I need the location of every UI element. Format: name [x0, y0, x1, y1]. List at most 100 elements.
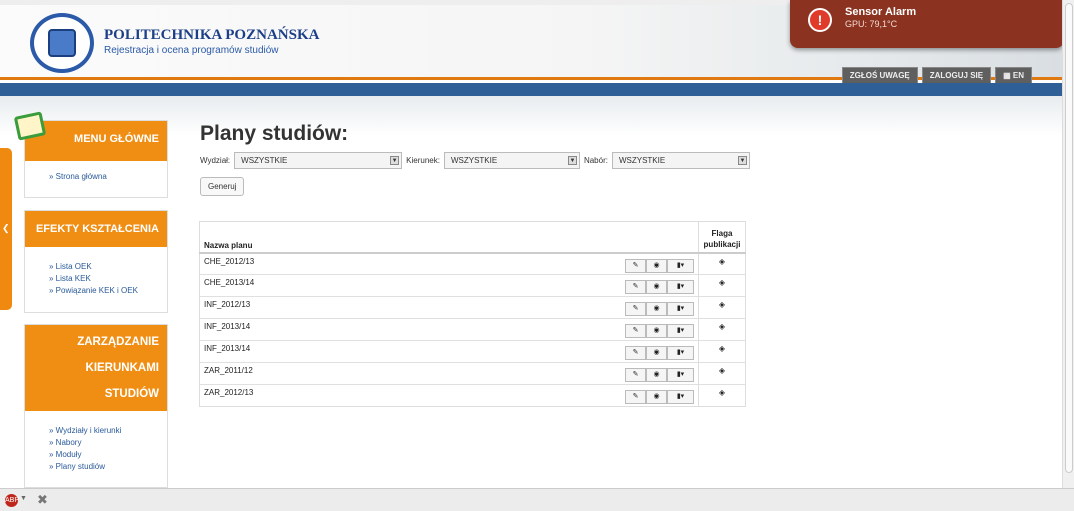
- eye-icon: ◉: [653, 261, 660, 269]
- publish-flag-icon[interactable]: ◈: [719, 257, 725, 266]
- view-button[interactable]: ◉: [646, 324, 667, 338]
- sidebar-toggle[interactable]: ❮: [0, 148, 12, 310]
- menu-item-modules[interactable]: » Moduły: [49, 449, 167, 461]
- filter-bar: Wydział: WSZYSTKIE ▼ Kierunek: WSZYSTKIE ▼…: [200, 152, 754, 169]
- plan-name: ZAR_2011/12: [204, 366, 253, 375]
- login-button[interactable]: ZALOGUJ SIĘ: [921, 67, 992, 84]
- addon-icon[interactable]: ABP: [5, 494, 19, 507]
- publish-flag-icon[interactable]: ◈: [719, 322, 725, 331]
- row-actions: ✎ ◉ ▮▾: [625, 346, 694, 360]
- wydzial-select[interactable]: WSZYSTKIE ▼: [234, 152, 403, 169]
- edit-button[interactable]: ✎: [625, 302, 646, 316]
- file-icon: ▮▾: [676, 261, 685, 269]
- chevron-down-icon: ▼: [390, 156, 400, 165]
- publish-flag-icon[interactable]: ◈: [719, 300, 725, 309]
- row-actions: ✎ ◉ ▮▾: [625, 390, 694, 404]
- close-icon[interactable]: ✖: [37, 492, 48, 508]
- menu-item-study-plans[interactable]: » Plany studiów: [49, 461, 167, 473]
- edit-button[interactable]: ✎: [625, 390, 646, 404]
- study-plans-table: Nazwa planu Flaga publikacji CHE_2012/13 ✎…: [199, 221, 746, 407]
- menu-outcomes-list: » Lista OEK » Lista KEK » Powiązanie KEK…: [25, 247, 167, 297]
- table-row: INF_2013/14 ✎ ◉ ▮▾ ◈: [199, 340, 746, 363]
- publish-flag-cell: ◈: [698, 362, 746, 385]
- kierunek-label: Kierunek:: [406, 156, 440, 165]
- vertical-scrollbar[interactable]: [1062, 0, 1074, 488]
- table-row: INF_2013/14 ✎ ◉ ▮▾ ◈: [199, 318, 746, 341]
- col-publish-flag: Flaga publikacji: [698, 221, 746, 254]
- edit-button[interactable]: ✎: [625, 280, 646, 294]
- edit-icon: ✎: [632, 327, 639, 334]
- edit-button[interactable]: ✎: [625, 368, 646, 382]
- generate-button[interactable]: Generuj: [200, 177, 245, 196]
- nabor-value: WSZYSTKIE: [618, 156, 666, 165]
- site-title[interactable]: POLITECHNIKA POZNAŃSKA: [104, 27, 319, 44]
- chevron-down-icon[interactable]: ▼: [20, 495, 27, 502]
- col-plan-name: Nazwa planu: [199, 221, 699, 254]
- eye-icon: ◉: [653, 393, 660, 400]
- file-dropdown-button[interactable]: ▮▾: [667, 368, 694, 382]
- publish-flag-cell: ◈: [698, 252, 746, 275]
- file-dropdown-button[interactable]: ▮▾: [667, 280, 694, 294]
- view-button[interactable]: ◉: [646, 280, 667, 294]
- kierunek-value: WSZYSTKIE: [450, 156, 498, 165]
- edit-button[interactable]: ✎: [625, 324, 646, 338]
- kierunek-select[interactable]: WSZYSTKIE ▼: [443, 152, 580, 169]
- menu-item-kek[interactable]: » Lista KEK: [49, 273, 167, 285]
- table-row: ZAR_2011/12 ✎ ◉ ▮▾ ◈: [199, 362, 746, 385]
- file-dropdown-button[interactable]: ▮▾: [667, 258, 694, 273]
- chevron-left-icon: ❮: [2, 223, 10, 233]
- table-row: ZAR_2012/13 ✎ ◉ ▮▾ ◈: [199, 384, 746, 407]
- publish-flag-icon[interactable]: ◈: [719, 278, 725, 287]
- university-logo[interactable]: [30, 13, 94, 73]
- flag-icon: ▦: [1003, 71, 1013, 80]
- edit-icon: ✎: [632, 349, 639, 356]
- publish-flag-icon[interactable]: ◈: [719, 344, 725, 353]
- view-button[interactable]: ◉: [646, 368, 667, 382]
- menu-programs-title-line: STUDIÓW: [104, 388, 159, 400]
- plan-name: INF_2013/14: [204, 344, 251, 353]
- language-button[interactable]: ▦ EN: [995, 67, 1032, 84]
- view-button[interactable]: ◉: [646, 302, 667, 316]
- edit-icon: ✎: [632, 283, 639, 290]
- file-icon: ▮▾: [676, 283, 685, 290]
- file-dropdown-button[interactable]: ▮▾: [667, 302, 694, 316]
- file-dropdown-button[interactable]: ▮▾: [667, 346, 694, 360]
- edit-button[interactable]: ✎: [625, 258, 646, 273]
- edit-icon: ✎: [632, 393, 639, 400]
- menu-item-faculties[interactable]: » Wydziały i kierunki: [49, 425, 167, 437]
- plan-name: ZAR_2012/13: [204, 388, 254, 397]
- file-dropdown-button[interactable]: ▮▾: [667, 324, 694, 338]
- scrollbar-thumb[interactable]: [1065, 3, 1073, 473]
- view-button[interactable]: ◉: [646, 390, 667, 404]
- menu-item-link-kek-oek[interactable]: » Powiązanie KEK i OEK: [49, 285, 167, 297]
- wydzial-value: WSZYSTKIE: [241, 156, 288, 165]
- edit-icon: ✎: [632, 261, 639, 269]
- menu-main-title: MENU GŁÓWNE: [25, 121, 167, 161]
- file-icon: ▮▾: [676, 371, 685, 378]
- table-row: CHE_2013/14 ✎ ◉ ▮▾ ◈: [199, 274, 746, 297]
- file-dropdown-button[interactable]: ▮▾: [667, 390, 694, 404]
- plan-name: INF_2013/14: [204, 322, 251, 331]
- nabor-select[interactable]: WSZYSTKIE ▼: [611, 152, 750, 169]
- menu-item-intakes[interactable]: » Nabory: [49, 437, 167, 449]
- eye-icon: ◉: [653, 371, 660, 378]
- menu-item-home[interactable]: » Strona główna: [49, 171, 167, 183]
- edit-button[interactable]: ✎: [625, 346, 646, 360]
- file-icon: ▮▾: [676, 393, 685, 400]
- view-button[interactable]: ◉: [646, 258, 667, 273]
- plan-name: CHE_2013/14: [204, 278, 255, 287]
- menu-outcomes: EFEKTY KSZTAŁCENIA » Lista OEK » Lista K…: [24, 210, 168, 313]
- publish-flag-cell: ◈: [698, 274, 746, 297]
- report-button[interactable]: ZGŁOŚ UWAGĘ: [841, 67, 918, 84]
- crest-icon: [48, 29, 76, 57]
- file-icon: ▮▾: [676, 305, 685, 312]
- eye-icon: ◉: [653, 327, 660, 334]
- plan-cell: CHE_2012/13 ✎ ◉ ▮▾: [199, 252, 699, 275]
- publish-flag-icon[interactable]: ◈: [719, 366, 725, 375]
- sensor-alarm-notification[interactable]: ! Sensor Alarm GPU: 79,1°C: [790, 0, 1064, 48]
- publish-flag-icon[interactable]: ◈: [719, 388, 725, 397]
- file-icon: ▮▾: [676, 349, 685, 356]
- plan-cell: CHE_2013/14 ✎ ◉ ▮▾: [199, 274, 699, 297]
- view-button[interactable]: ◉: [646, 346, 667, 360]
- menu-item-oek[interactable]: » Lista OEK: [49, 261, 167, 273]
